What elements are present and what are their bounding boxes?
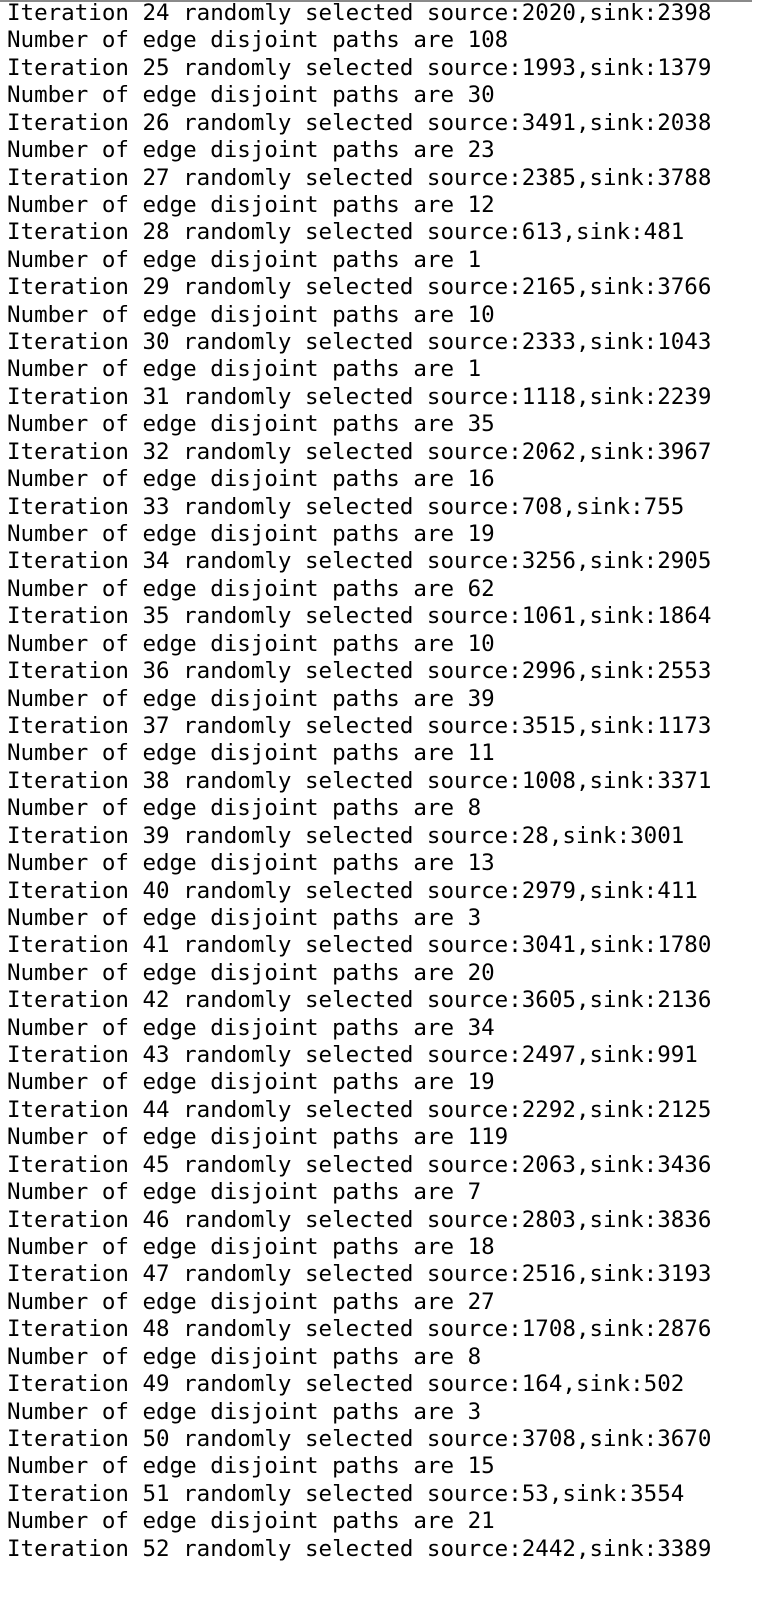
terminal-line: Number of edge disjoint paths are 8 bbox=[7, 795, 482, 822]
terminal-line: Number of edge disjoint paths are 3 bbox=[7, 1398, 482, 1425]
terminal-line: Number of edge disjoint paths are 27 bbox=[7, 1288, 495, 1315]
terminal-line: Number of edge disjoint paths are 13 bbox=[7, 850, 495, 877]
terminal-line: Iteration 32 randomly selected source:20… bbox=[7, 438, 712, 465]
terminal-line: Iteration 33 randomly selected source:70… bbox=[7, 493, 685, 520]
terminal-line: Iteration 42 randomly selected source:36… bbox=[7, 987, 712, 1014]
terminal-line: Number of edge disjoint paths are 20 bbox=[7, 959, 495, 986]
terminal-line: Number of edge disjoint paths are 39 bbox=[7, 685, 495, 712]
terminal-line: Number of edge disjoint paths are 21 bbox=[7, 1508, 495, 1535]
terminal-line: Number of edge disjoint paths are 30 bbox=[7, 82, 495, 109]
terminal-line: Iteration 40 randomly selected source:29… bbox=[7, 877, 698, 904]
terminal-line: Iteration 47 randomly selected source:25… bbox=[7, 1261, 712, 1288]
terminal-line: Number of edge disjoint paths are 11 bbox=[7, 740, 495, 767]
terminal-line: Iteration 26 randomly selected source:34… bbox=[7, 109, 712, 136]
terminal-line: Iteration 35 randomly selected source:10… bbox=[7, 603, 712, 630]
terminal-line: Number of edge disjoint paths are 7 bbox=[7, 1179, 482, 1206]
terminal-line: Iteration 38 randomly selected source:10… bbox=[7, 767, 712, 794]
terminal-line: Iteration 29 randomly selected source:21… bbox=[7, 274, 712, 301]
terminal-line: Iteration 28 randomly selected source:61… bbox=[7, 219, 685, 246]
terminal-line: Number of edge disjoint paths are 1 bbox=[7, 246, 482, 273]
terminal-line: Number of edge disjoint paths are 16 bbox=[7, 466, 495, 493]
terminal-line: Number of edge disjoint paths are 3 bbox=[7, 904, 482, 931]
terminal-line: Number of edge disjoint paths are 10 bbox=[7, 630, 495, 657]
terminal-line: Number of edge disjoint paths are 10 bbox=[7, 301, 495, 328]
terminal-line: Number of edge disjoint paths are 1 bbox=[7, 356, 482, 383]
terminal-line: Number of edge disjoint paths are 19 bbox=[7, 1069, 495, 1096]
terminal-output[interactable]: Iteration 24 randomly selected source:20… bbox=[7, 0, 759, 1563]
terminal-line: Iteration 30 randomly selected source:23… bbox=[7, 329, 712, 356]
terminal-line: Iteration 46 randomly selected source:28… bbox=[7, 1206, 712, 1233]
terminal-line: Iteration 43 randomly selected source:24… bbox=[7, 1042, 698, 1069]
terminal-line: Number of edge disjoint paths are 8 bbox=[7, 1343, 482, 1370]
terminal-line: Iteration 44 randomly selected source:22… bbox=[7, 1096, 712, 1123]
terminal-line: Iteration 25 randomly selected source:19… bbox=[7, 54, 712, 81]
terminal-line: Iteration 34 randomly selected source:32… bbox=[7, 548, 712, 575]
terminal-line: Iteration 37 randomly selected source:35… bbox=[7, 712, 712, 739]
terminal-line: Number of edge disjoint paths are 18 bbox=[7, 1233, 495, 1260]
terminal-line: Iteration 48 randomly selected source:17… bbox=[7, 1316, 712, 1343]
terminal-line: Iteration 27 randomly selected source:23… bbox=[7, 164, 712, 191]
terminal-line: Number of edge disjoint paths are 119 bbox=[7, 1124, 509, 1151]
terminal-line: Number of edge disjoint paths are 19 bbox=[7, 521, 495, 548]
terminal-line: Iteration 41 randomly selected source:30… bbox=[7, 932, 712, 959]
terminal-line: Number of edge disjoint paths are 34 bbox=[7, 1014, 495, 1041]
terminal-line: Iteration 36 randomly selected source:29… bbox=[7, 658, 712, 685]
terminal-line: Iteration 45 randomly selected source:20… bbox=[7, 1151, 712, 1178]
terminal-line: Number of edge disjoint paths are 12 bbox=[7, 191, 495, 218]
terminal-line: Iteration 49 randomly selected source:16… bbox=[7, 1371, 685, 1398]
terminal-line: Iteration 31 randomly selected source:11… bbox=[7, 383, 712, 410]
terminal-line: Iteration 52 randomly selected source:24… bbox=[7, 1535, 712, 1562]
terminal-line: Iteration 24 randomly selected source:20… bbox=[7, 0, 712, 26]
terminal-line: Number of edge disjoint paths are 23 bbox=[7, 137, 495, 164]
terminal-line: Iteration 50 randomly selected source:37… bbox=[7, 1425, 712, 1452]
terminal-line: Number of edge disjoint paths are 15 bbox=[7, 1453, 495, 1480]
terminal-line: Number of edge disjoint paths are 108 bbox=[7, 27, 509, 54]
terminal-line: Iteration 51 randomly selected source:53… bbox=[7, 1480, 685, 1507]
terminal-line: Number of edge disjoint paths are 35 bbox=[7, 411, 495, 438]
terminal-line: Number of edge disjoint paths are 62 bbox=[7, 575, 495, 602]
terminal-line: Iteration 39 randomly selected source:28… bbox=[7, 822, 685, 849]
